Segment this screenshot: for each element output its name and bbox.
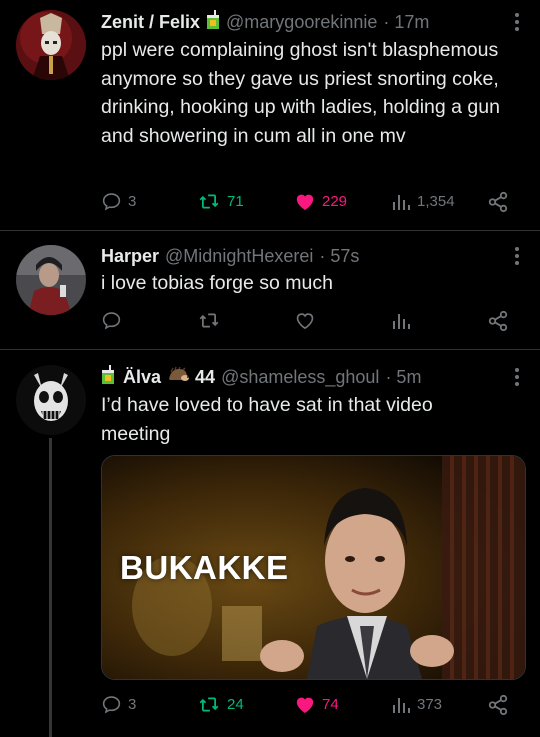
more-options-icon[interactable] bbox=[514, 13, 520, 33]
reply-icon bbox=[102, 312, 121, 330]
more-options-icon[interactable] bbox=[514, 247, 520, 267]
reply-count: 3 bbox=[128, 193, 137, 210]
reply-icon bbox=[102, 696, 121, 714]
views-button[interactable]: 1,354 bbox=[391, 191, 455, 211]
share-button[interactable] bbox=[487, 310, 509, 332]
handle[interactable]: @marygoorekinnie bbox=[226, 12, 377, 33]
timestamp[interactable]: · 17m bbox=[383, 12, 429, 33]
share-icon bbox=[488, 191, 508, 213]
avatar[interactable] bbox=[16, 365, 86, 435]
views-button[interactable]: 373 bbox=[391, 694, 442, 714]
tweet-2[interactable]: Harper @MidnightHexerei · 57s i love tob… bbox=[0, 231, 540, 349]
like-button[interactable]: 229 bbox=[294, 191, 347, 211]
avatar-image bbox=[16, 10, 86, 80]
display-name[interactable]: Älva bbox=[123, 367, 161, 388]
media-caption: BUKAKKE bbox=[120, 549, 289, 586]
views-count: 1,354 bbox=[417, 192, 455, 210]
reply-button[interactable]: 3 bbox=[101, 694, 136, 715]
heart-icon bbox=[296, 697, 314, 714]
tweet-header: Harper @MidnightHexerei · 57s bbox=[101, 242, 359, 270]
retweet-count: 71 bbox=[227, 193, 244, 210]
tweet-header: Älva 44 @shameless_ghoul · 5m bbox=[101, 363, 421, 391]
reply-icon bbox=[102, 193, 121, 211]
views-count: 373 bbox=[417, 695, 443, 713]
avatar-image bbox=[16, 365, 86, 435]
share-icon bbox=[488, 310, 508, 332]
share-button[interactable] bbox=[487, 694, 509, 716]
retweet-button[interactable]: 24 bbox=[197, 694, 244, 715]
tweet-header: Zenit / Felix @marygoorekinnie · 17m bbox=[101, 8, 429, 36]
reply-count: 3 bbox=[128, 696, 137, 713]
views-icon bbox=[393, 698, 410, 713]
avatar[interactable] bbox=[16, 245, 86, 315]
tweet-text: ppl were complaining ghost isn't blasphe… bbox=[101, 39, 500, 147]
reply-button[interactable] bbox=[101, 310, 128, 331]
timestamp[interactable]: · 5m bbox=[385, 367, 421, 388]
tweet-text: I’d have loved to have sat in that video… bbox=[101, 394, 433, 445]
display-name[interactable]: Zenit / Felix bbox=[101, 12, 200, 33]
retweet-count: 24 bbox=[227, 696, 244, 713]
action-bar: 3 71 229 1,354 bbox=[101, 191, 521, 215]
views-button[interactable] bbox=[391, 310, 417, 330]
action-bar: 3 24 74 373 bbox=[101, 694, 521, 718]
retweet-icon bbox=[199, 313, 219, 328]
retweet-button[interactable]: 71 bbox=[197, 191, 244, 212]
name-suffix[interactable]: 44 bbox=[195, 367, 215, 388]
views-icon bbox=[393, 314, 410, 329]
tweet-media[interactable]: BUKAKKE bbox=[101, 455, 526, 680]
views-icon bbox=[393, 195, 410, 210]
retweet-icon bbox=[199, 194, 219, 209]
hedgehog-icon bbox=[167, 366, 190, 388]
handle[interactable]: @shameless_ghoul bbox=[221, 367, 379, 388]
timestamp[interactable]: · 57s bbox=[319, 246, 359, 267]
more-options-icon[interactable] bbox=[514, 368, 520, 388]
like-count: 229 bbox=[322, 192, 348, 210]
retweet-button[interactable] bbox=[197, 310, 227, 331]
thread-line bbox=[49, 438, 52, 737]
heart-outline-icon bbox=[296, 313, 314, 330]
reply-button[interactable]: 3 bbox=[101, 191, 136, 212]
like-count: 74 bbox=[322, 695, 339, 713]
tweet-1[interactable]: Zenit / Felix @marygoorekinnie · 17m ppl… bbox=[0, 0, 540, 230]
retweet-icon bbox=[199, 697, 219, 712]
display-name[interactable]: Harper bbox=[101, 246, 159, 267]
like-button[interactable]: 74 bbox=[294, 694, 339, 714]
tweet-text: i love tobias forge so much bbox=[101, 272, 333, 294]
like-button[interactable] bbox=[294, 310, 322, 330]
avatar-image bbox=[16, 245, 86, 315]
juice-box-icon bbox=[206, 9, 220, 35]
share-button[interactable] bbox=[487, 191, 509, 213]
avatar[interactable] bbox=[16, 10, 86, 80]
heart-icon bbox=[296, 194, 314, 211]
juice-box-icon bbox=[101, 364, 115, 390]
action-bar bbox=[101, 310, 521, 334]
handle[interactable]: @MidnightHexerei bbox=[165, 246, 313, 267]
share-icon bbox=[488, 694, 508, 716]
